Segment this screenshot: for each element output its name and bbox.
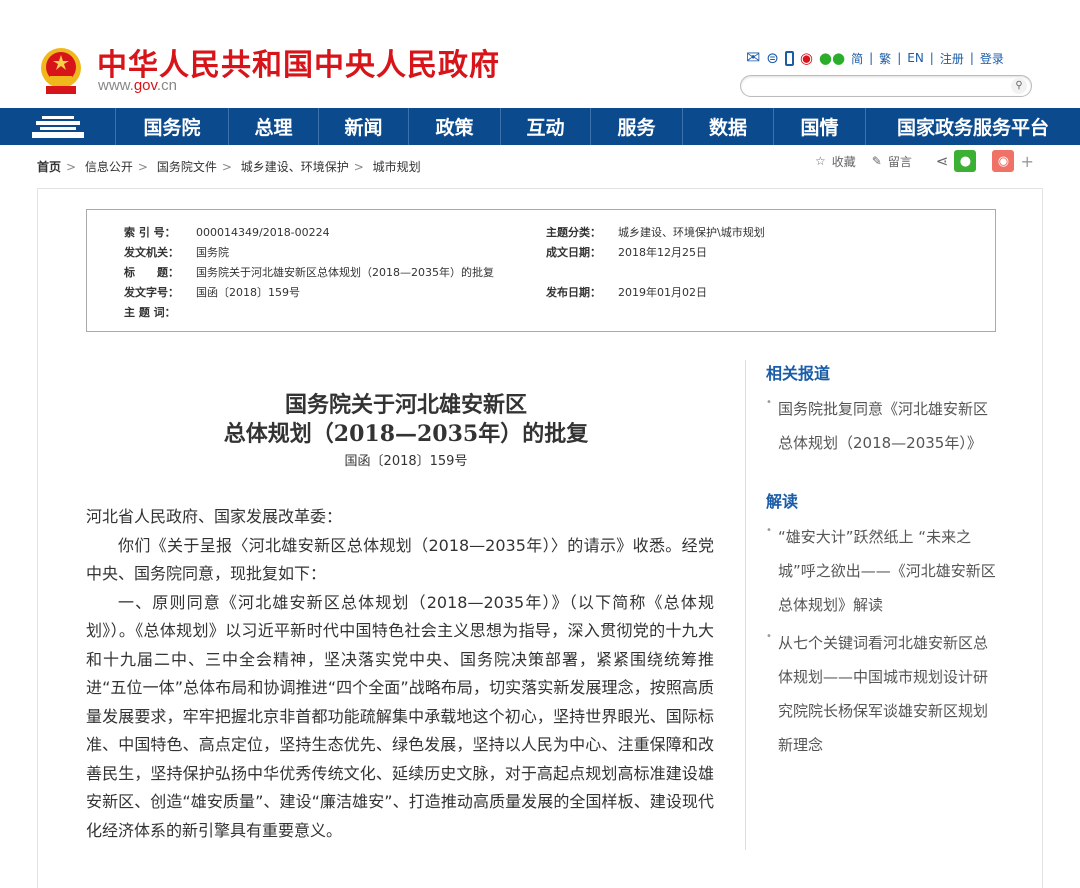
comment-button[interactable]: 留言: [888, 153, 912, 170]
related-reports-heading: 相关报道: [766, 364, 831, 383]
breadcrumb-item[interactable]: 国务院文件: [157, 160, 217, 174]
document-meta-box: 索 引 号： 000014349/2018-00224 主题分类： 城乡建设、环境保…: [86, 209, 996, 332]
lang-traditional-link[interactable]: 繁: [879, 50, 891, 67]
nav-home-logo[interactable]: [0, 108, 115, 145]
document-number: 国函〔2018〕159号: [196, 286, 300, 299]
favorite-button[interactable]: 收藏: [832, 153, 856, 170]
nav-state-council[interactable]: 国务院: [115, 108, 228, 145]
mobile-icon[interactable]: [784, 50, 794, 66]
weibo-icon[interactable]: ◉: [800, 49, 813, 67]
written-date: 2018年12月25日: [618, 246, 707, 259]
related-link[interactable]: 国务院批复同意《河北雄安新区总体规划（2018—2035年）》: [766, 386, 1001, 460]
nav-news[interactable]: 新闻: [318, 108, 408, 145]
site-url: www.gov.cn: [98, 77, 177, 94]
nav-policy[interactable]: 政策: [408, 108, 500, 145]
document-body: 河北省人民政府、国家发展改革委： 你们《关于呈报〈河北雄安新区总体规划（2018…: [86, 503, 714, 845]
category: 城乡建设、环境保护\城市规划: [618, 226, 765, 239]
nav-gov-service-platform[interactable]: 国家政务服务平台: [865, 108, 1080, 145]
nav-premier[interactable]: 总理: [228, 108, 318, 145]
breadcrumb-item[interactable]: 信息公开: [85, 160, 133, 174]
nav-national-info[interactable]: 国情: [773, 108, 865, 145]
search-icon[interactable]: ⚲: [1011, 78, 1027, 94]
breadcrumb: 首页 > 信息公开 > 国务院文件 > 城乡建设、环境保护 > 城市规划: [37, 160, 421, 174]
nav-interaction[interactable]: 互动: [500, 108, 590, 145]
star-icon[interactable]: ☆: [815, 154, 826, 168]
main-nav: 国务院 总理 新闻 政策 互动 服务 数据 国情 国家政务服务平台: [0, 108, 1080, 145]
document-number-heading: 国函〔2018〕159号: [344, 454, 468, 469]
published-date: 2019年01月02日: [618, 286, 707, 299]
body-paragraph: 一、原则同意《河北雄安新区总体规划（2018—2035年）》（以下简称《总体规划…: [86, 592, 714, 840]
page-tools: ☆ 收藏 ✎ 留言 ⋖ ● ◉ +: [815, 150, 1034, 172]
interpretation-link[interactable]: “雄安大计”跃然纸上 “未来之城”呼之欲出——《河北雄安新区总体规划》解读: [766, 514, 1001, 622]
mail-icon[interactable]: ✉: [746, 48, 760, 68]
wechat-share-button[interactable]: ●: [954, 150, 977, 172]
breadcrumb-item[interactable]: 城市规划: [373, 160, 421, 174]
search-input[interactable]: ⚲: [740, 75, 1032, 97]
nav-services[interactable]: 服务: [590, 108, 682, 145]
login-link[interactable]: 登录: [980, 50, 1004, 67]
share-icon[interactable]: ⋖: [936, 152, 949, 170]
document-title-line2: 总体规划（2018—2035年）的批复: [223, 421, 589, 447]
interpretation-heading: 解读: [766, 492, 799, 511]
weibo-share-button[interactable]: ◉: [992, 150, 1015, 172]
meta-title: 国务院关于河北雄安新区总体规划（2018—2035年）的批复: [196, 266, 494, 279]
message-icon[interactable]: ⊜: [766, 49, 779, 67]
sidebar: 相关报道 国务院批复同意《河北雄安新区总体规划（2018—2035年）》 解读 …: [745, 360, 1005, 850]
salutation: 河北省人民政府、国家发展改革委：: [86, 507, 343, 526]
breadcrumb-home[interactable]: 首页: [37, 160, 61, 174]
tiananmen-icon: [31, 115, 84, 138]
nav-data[interactable]: 数据: [682, 108, 773, 145]
body-paragraph: 你们《关于呈报〈河北雄安新区总体规划（2018—2035年）〉的请示》收悉。经党…: [86, 535, 714, 584]
issuer: 国务院: [196, 246, 229, 259]
more-share-button[interactable]: +: [1020, 152, 1033, 171]
wechat-icon[interactable]: ●●: [819, 49, 845, 67]
national-emblem-logo[interactable]: [38, 46, 84, 96]
pencil-icon[interactable]: ✎: [872, 154, 882, 168]
top-links: ✉ ⊜ ◉ ●● 简 | 繁 | EN | 注册 | 登录: [746, 48, 1004, 68]
lang-simplified-link[interactable]: 简: [851, 50, 863, 67]
index-number: 000014349/2018-00224: [196, 226, 330, 239]
document-title-line1: 国务院关于河北雄安新区: [284, 392, 527, 418]
lang-english-link[interactable]: EN: [907, 51, 924, 65]
register-link[interactable]: 注册: [940, 50, 964, 67]
interpretation-link[interactable]: 从七个关键词看河北雄安新区总体规划——中国城市规划设计研究院院长杨保军谈雄安新区…: [766, 620, 1001, 762]
breadcrumb-item[interactable]: 城乡建设、环境保护: [241, 160, 349, 174]
